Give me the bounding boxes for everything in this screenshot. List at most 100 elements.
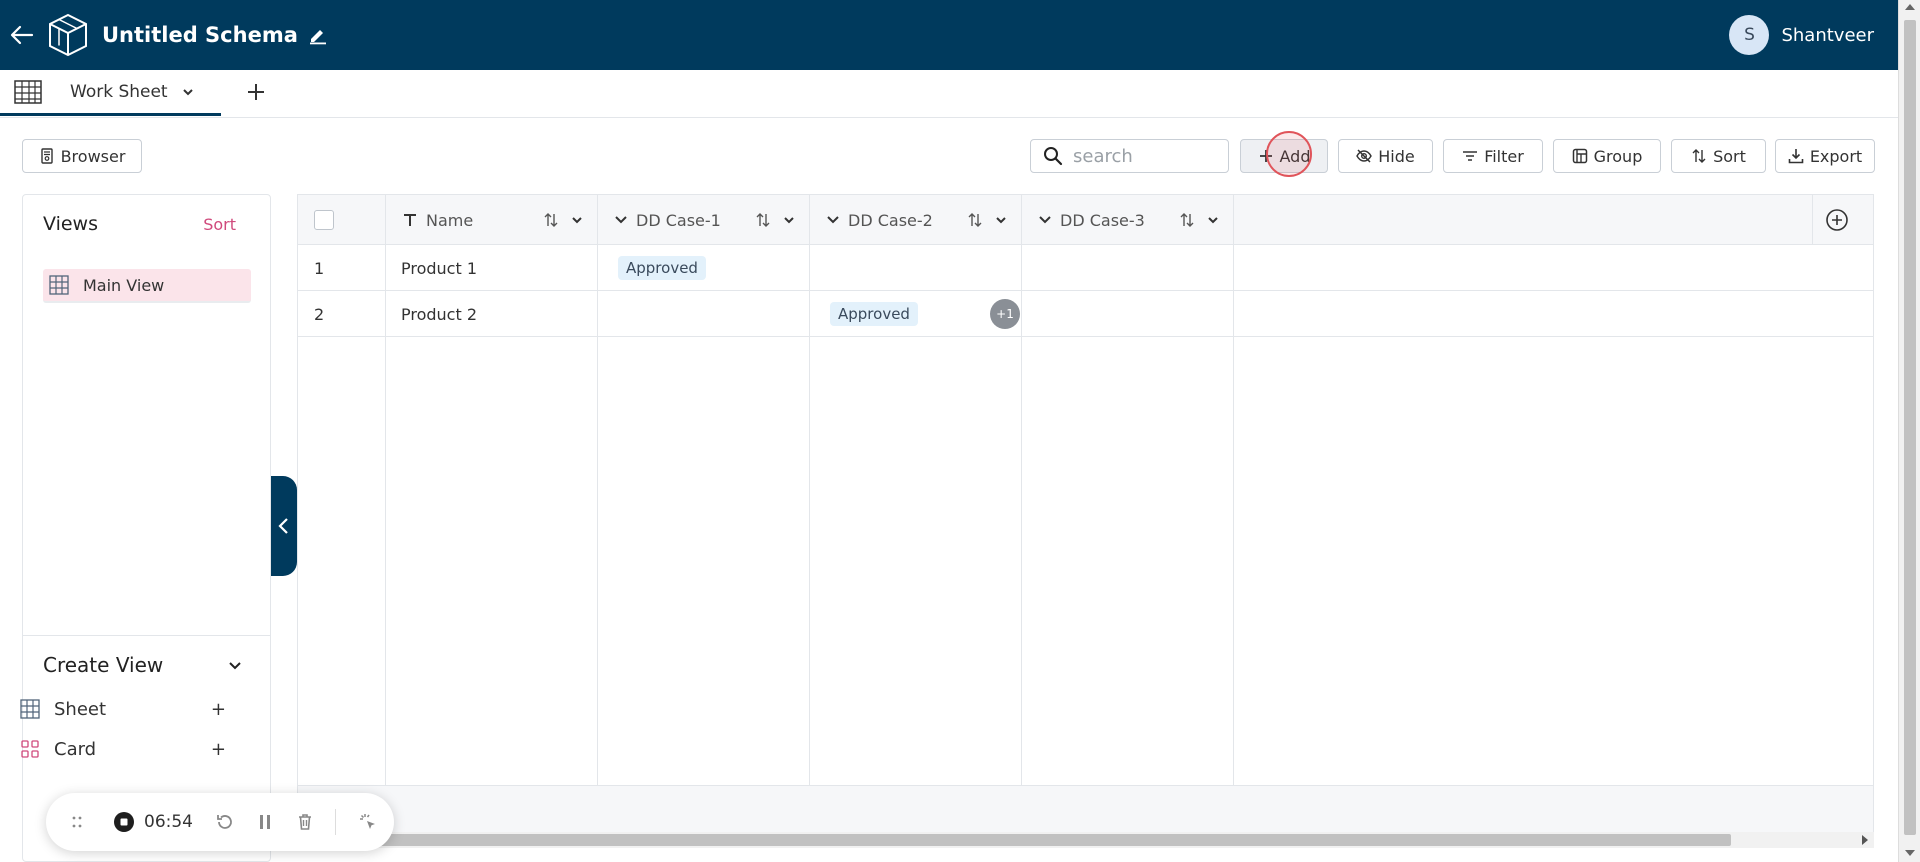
grid-footer — [298, 785, 1873, 835]
dd-case-1-cell[interactable]: Approved — [618, 245, 706, 291]
add-label: Add — [1279, 146, 1311, 166]
scroll-down-arrow-icon[interactable] — [1905, 850, 1915, 856]
chevron-left-icon — [278, 518, 288, 534]
trash-icon[interactable] — [295, 812, 315, 832]
card-grid-icon — [21, 740, 39, 758]
search-box[interactable] — [1030, 139, 1229, 173]
chevron-down-icon[interactable] — [1207, 214, 1219, 226]
avatar[interactable]: S — [1729, 15, 1770, 55]
hide-label: Hide — [1378, 146, 1415, 166]
column-label: Name — [426, 210, 474, 230]
add-card-button[interactable]: + — [211, 739, 226, 760]
column-header-dd-case-3[interactable]: DD Case-3 — [1022, 195, 1234, 245]
table-row[interactable]: 2 Product 2 Approved +1 — [298, 291, 1873, 337]
name-cell[interactable]: Product 2 — [401, 291, 477, 337]
screen-recorder-widget: 06:54 — [46, 793, 394, 851]
dd-case-2-cell[interactable]: Approved +1 — [830, 291, 1022, 337]
sort-icon[interactable] — [543, 212, 559, 228]
column-header-dd-case-1[interactable]: DD Case-1 — [598, 195, 810, 245]
scroll-up-arrow-icon[interactable] — [1905, 4, 1915, 10]
select-all-checkbox[interactable] — [314, 210, 334, 230]
create-sheet-view[interactable]: Sheet + — [20, 694, 230, 724]
table-row[interactable]: 1 Product 1 Approved — [298, 245, 1873, 291]
divider — [23, 635, 270, 636]
create-card-view[interactable]: Card + — [20, 734, 230, 764]
download-icon — [1788, 149, 1804, 164]
eye-off-icon — [1356, 149, 1373, 163]
column-label: DD Case-1 — [636, 210, 721, 230]
recording-timer: 06:54 — [144, 812, 193, 832]
scrollbar-thumb[interactable] — [357, 834, 1731, 846]
sort-button[interactable]: Sort — [1671, 139, 1766, 173]
collapse-sidebar-button[interactable] — [271, 476, 297, 576]
browser-button[interactable]: Browser — [22, 139, 142, 173]
text-type-icon — [404, 214, 416, 226]
sheet-grid-icon — [14, 79, 42, 104]
schema-title: Untitled Schema — [102, 23, 298, 47]
filter-icon — [1463, 151, 1478, 161]
create-card-label: Card — [54, 738, 97, 760]
restart-icon[interactable] — [215, 812, 235, 832]
scroll-right-arrow-icon[interactable] — [1862, 835, 1868, 845]
status-badge: Approved — [830, 302, 918, 326]
stop-record-icon[interactable] — [114, 812, 134, 832]
name-cell[interactable]: Product 1 — [401, 245, 477, 291]
export-button[interactable]: Export — [1775, 139, 1875, 173]
add-column-icon[interactable] — [1825, 208, 1849, 232]
group-label: Group — [1593, 146, 1643, 166]
column-label: DD Case-2 — [848, 210, 933, 230]
more-count-badge[interactable]: +1 — [990, 299, 1020, 329]
hide-button[interactable]: Hide — [1338, 139, 1433, 173]
tab-bar: Work Sheet — [0, 70, 1898, 118]
user-name: Shantveer — [1781, 24, 1874, 46]
sort-icon[interactable] — [755, 212, 771, 228]
sort-label: Sort — [1713, 146, 1746, 166]
chevron-down-icon[interactable] — [995, 214, 1007, 226]
chevron-down-icon[interactable] — [228, 659, 242, 673]
view-item-main[interactable]: Main View — [43, 269, 251, 303]
filter-button[interactable]: Filter — [1443, 139, 1543, 173]
pause-icon[interactable] — [255, 812, 275, 832]
chevron-down-icon[interactable] — [783, 214, 795, 226]
search-input[interactable] — [1073, 145, 1213, 167]
dropdown-type-icon — [827, 216, 839, 224]
scrollbar-thumb[interactable] — [1904, 20, 1916, 835]
column-header-dd-case-2[interactable]: DD Case-2 — [810, 195, 1022, 245]
group-icon — [1572, 148, 1587, 164]
user-menu[interactable]: S Shantveer — [1729, 15, 1874, 55]
tab-label: Work Sheet — [70, 81, 168, 102]
column-label: DD Case-3 — [1060, 210, 1145, 230]
sort-icon[interactable] — [1179, 212, 1195, 228]
views-sort-button[interactable]: Sort — [203, 215, 236, 234]
data-grid: Name DD Case-1 DD Case-2 DD Case-3 1 Pro… — [297, 194, 1874, 835]
column-header-name[interactable]: Name — [386, 195, 598, 245]
add-sheet-button[interactable]: + — [211, 699, 226, 720]
vertical-scrollbar[interactable] — [1898, 0, 1920, 862]
grid-header: Name DD Case-1 DD Case-2 DD Case-3 — [298, 195, 1873, 245]
export-label: Export — [1809, 146, 1863, 166]
group-button[interactable]: Group — [1553, 139, 1661, 173]
chevron-down-icon[interactable] — [182, 86, 194, 98]
create-sheet-label: Sheet — [54, 698, 107, 720]
plus-icon — [1259, 150, 1272, 162]
add-button[interactable]: Add — [1240, 139, 1328, 173]
edit-pencil-icon[interactable] — [308, 25, 328, 45]
select-all-cell — [298, 195, 386, 245]
view-item-label: Main View — [83, 275, 165, 295]
status-badge: Approved — [618, 256, 706, 280]
horizontal-scrollbar[interactable] — [297, 832, 1874, 848]
top-bar: Untitled Schema S Shantveer — [0, 0, 1898, 70]
dropdown-type-icon — [1039, 216, 1051, 224]
drag-handle-icon[interactable] — [70, 815, 84, 829]
views-title: Views — [43, 213, 98, 235]
sort-icon[interactable] — [967, 212, 983, 228]
back-arrow-icon[interactable] — [0, 0, 44, 70]
row-index: 1 — [314, 258, 325, 278]
browser-icon — [40, 148, 53, 164]
add-tab-icon[interactable] — [244, 80, 268, 104]
tab-work-sheet[interactable]: Work Sheet — [0, 70, 221, 116]
click-effect-icon[interactable] — [358, 812, 378, 832]
sort-icon — [1692, 149, 1706, 163]
chevron-down-icon[interactable] — [571, 214, 583, 226]
dropdown-type-icon — [615, 216, 627, 224]
